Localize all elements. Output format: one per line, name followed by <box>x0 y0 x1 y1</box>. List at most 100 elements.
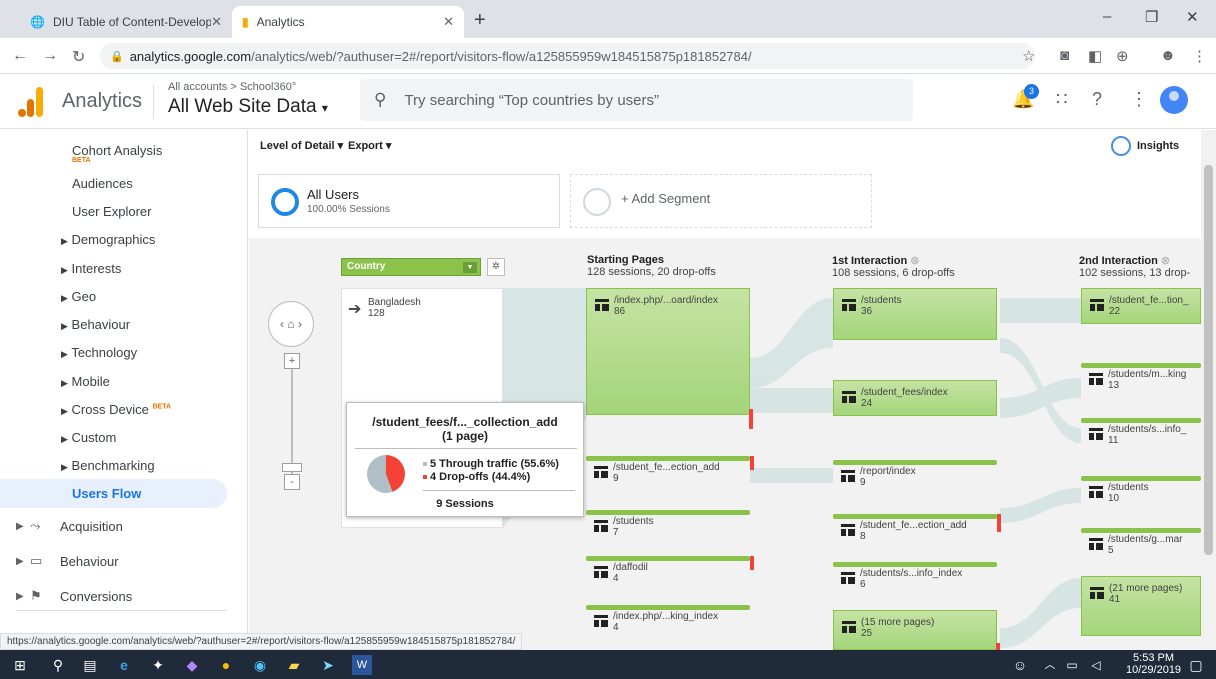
chevron-up-icon[interactable]: ︿ <box>1040 655 1060 675</box>
sidebar-item-geo[interactable]: ▶ Geo <box>61 289 96 304</box>
search-input[interactable]: ⚲ Try searching “Top countries by users” <box>360 79 913 121</box>
page-icon <box>1089 486 1103 498</box>
browser-tab-active[interactable]: ▮ Analytics ✕ <box>232 6 464 38</box>
browser-tab[interactable]: 🌐 DIU Table of Content-Developme ✕ <box>20 6 232 38</box>
sidebar-item-audiences[interactable]: Audiences <box>72 176 133 191</box>
scrollbar-thumb[interactable] <box>1204 165 1213 555</box>
flow-node[interactable]: (15 more pages) 25 <box>833 610 1000 650</box>
apps-grid-icon[interactable]: ∷ <box>1056 89 1067 110</box>
app-icon[interactable]: ◉ <box>250 655 270 675</box>
segment-all-users[interactable]: All Users 100.00% Sessions <box>258 174 560 228</box>
flow-node[interactable]: /student_fe...ection_add 9 <box>586 456 754 486</box>
remove-icon[interactable]: ⊗ <box>910 255 919 267</box>
flow-node[interactable]: /students/g...mar 5 <box>1081 528 1201 558</box>
insights-button[interactable]: Insights <box>1111 136 1179 156</box>
dimension-select[interactable]: Country ▼ <box>341 258 481 276</box>
zoom-out-button[interactable]: - <box>284 474 300 490</box>
edge-icon[interactable]: e <box>114 655 134 675</box>
notifications-icon[interactable]: ▢ <box>1186 655 1206 675</box>
flow-node[interactable]: /student_fees/index 24 <box>833 380 997 416</box>
url-input[interactable]: 🔒 analytics.google.com /analytics/web/?a… <box>100 43 1035 69</box>
analytics-logo[interactable] <box>18 87 46 117</box>
sidebar-section-conversions[interactable]: ▶ ⚑ Conversions <box>16 588 132 604</box>
sidebar-item-demographics[interactable]: ▶ Demographics <box>61 232 155 247</box>
remove-icon[interactable]: ⊗ <box>1161 255 1170 267</box>
tools-icon[interactable]: ✦ <box>148 655 168 675</box>
windows-start-icon[interactable]: ⊞ <box>10 655 30 675</box>
flow-node[interactable]: /index.php/...oard/index 86 <box>586 288 753 429</box>
star-icon[interactable]: ☆ <box>1022 47 1035 65</box>
level-of-detail-menu[interactable]: Level of Detail ▾ <box>260 139 343 152</box>
flow-node[interactable]: /students/s...info_index 6 <box>833 562 997 592</box>
help-icon[interactable]: ? <box>1092 89 1102 110</box>
zoom-slider[interactable] <box>291 369 293 474</box>
account-breadcrumb[interactable]: All accounts > School360° <box>168 81 296 93</box>
sidebar-item-cohort-analysis[interactable]: Cohort Analysis BETA <box>72 143 162 164</box>
through-traffic-text: 5 Through traffic (55.6%) <box>430 458 559 470</box>
sidebar-item-benchmarking[interactable]: ▶ Benchmarking <box>61 458 155 473</box>
profile-icon[interactable]: ☻ <box>1160 47 1176 64</box>
beta-badge: BETA <box>152 403 172 411</box>
zoom-handle[interactable] <box>282 463 302 472</box>
extension-icon[interactable]: ◧ <box>1088 47 1102 65</box>
beta-badge: BETA <box>72 157 91 164</box>
sidebar-item-mobile[interactable]: ▶ Mobile <box>61 374 110 389</box>
close-icon[interactable]: ✕ <box>211 14 222 30</box>
sidebar-item-interests[interactable]: ▶ Interests <box>61 261 121 276</box>
flow-node[interactable]: (21 more pages) 41 <box>1081 576 1201 636</box>
sidebar-item-technology[interactable]: ▶ Technology <box>61 345 137 360</box>
view-name: All Web Site Data <box>168 96 317 117</box>
flow-node[interactable]: /student_fe...ection_add 8 <box>833 514 1001 544</box>
network-icon[interactable]: ▭ <box>1062 655 1082 675</box>
clock[interactable]: 5:53 PM 10/29/2019 <box>1126 652 1181 676</box>
add-segment-button[interactable]: + Add Segment <box>570 174 872 228</box>
flow-node[interactable]: /students/s...info_ 11 <box>1081 418 1201 448</box>
app-icon[interactable]: ➤ <box>318 655 338 675</box>
forward-icon[interactable]: → <box>42 47 58 65</box>
chrome-icon[interactable]: ● <box>216 655 236 675</box>
restore-icon[interactable]: ❐ <box>1145 8 1158 26</box>
sidebar-item-cross-device[interactable]: ▶ Cross Device BETA <box>61 402 171 417</box>
flow-node[interactable]: /index.php/...king_index 4 <box>586 605 750 635</box>
search-icon[interactable]: ⚲ <box>48 655 68 675</box>
flow-node[interactable]: /student_fe...tion_ 22 <box>1081 288 1201 324</box>
settings-gear-icon[interactable]: ✲ <box>487 258 505 276</box>
volume-icon[interactable]: ◁ <box>1086 655 1106 675</box>
sidebar-item-behaviour[interactable]: ▶ Behaviour <box>61 317 130 332</box>
people-icon[interactable]: ☺ <box>1010 655 1030 675</box>
sidebar-item-user-explorer[interactable]: User Explorer <box>72 204 151 219</box>
reload-icon[interactable]: ↻ <box>72 47 85 67</box>
close-icon[interactable]: ✕ <box>443 14 454 30</box>
new-tab-button[interactable]: + <box>474 9 486 32</box>
pan-home-button[interactable]: ‹ ⌂ › <box>268 301 314 347</box>
back-icon[interactable]: ← <box>12 47 28 65</box>
node-count: 9 <box>860 477 866 488</box>
flow-node[interactable]: /daffodil 4 <box>586 556 754 586</box>
column-name: 2nd Interaction ⊗ <box>1079 254 1190 267</box>
page-scrollbar[interactable] <box>1201 130 1216 650</box>
sidebar-section-acquisition[interactable]: ▶ ⤳ Acquisition <box>16 518 123 534</box>
folder-icon[interactable]: ▰ <box>284 655 304 675</box>
avatar[interactable] <box>1160 86 1188 114</box>
extension-icon[interactable]: ⊕ <box>1116 47 1129 65</box>
zoom-in-button[interactable]: + <box>284 353 300 369</box>
flow-node[interactable]: /report/index 9 <box>833 460 997 490</box>
window-close-icon[interactable]: ✕ <box>1186 8 1199 26</box>
minimize-icon[interactable]: – <box>1103 8 1111 25</box>
page-icon <box>595 299 609 311</box>
menu-icon[interactable]: ⋮ <box>1192 47 1207 65</box>
flow-node[interactable]: /students/m...king 13 <box>1081 363 1201 393</box>
sidebar-item-custom[interactable]: ▶ Custom <box>61 430 116 445</box>
flow-node[interactable]: /students 7 <box>586 510 750 540</box>
flow-node[interactable]: /students 36 <box>833 288 997 340</box>
export-menu[interactable]: Export ▾ <box>348 139 391 152</box>
view-selector[interactable]: All Web Site Data ▾ <box>168 96 328 118</box>
word-icon[interactable]: W <box>352 655 372 675</box>
task-view-icon[interactable]: ▤ <box>80 655 100 675</box>
flow-node[interactable]: /students 10 <box>1081 476 1201 506</box>
sidebar-section-behaviour[interactable]: ▶ ▭ Behaviour <box>16 553 119 569</box>
visual-studio-icon[interactable]: ◆ <box>182 655 202 675</box>
node-count: 9 <box>613 473 619 484</box>
more-vert-icon[interactable]: ⋮ <box>1130 89 1148 110</box>
camera-icon[interactable]: ◙ <box>1060 47 1069 64</box>
